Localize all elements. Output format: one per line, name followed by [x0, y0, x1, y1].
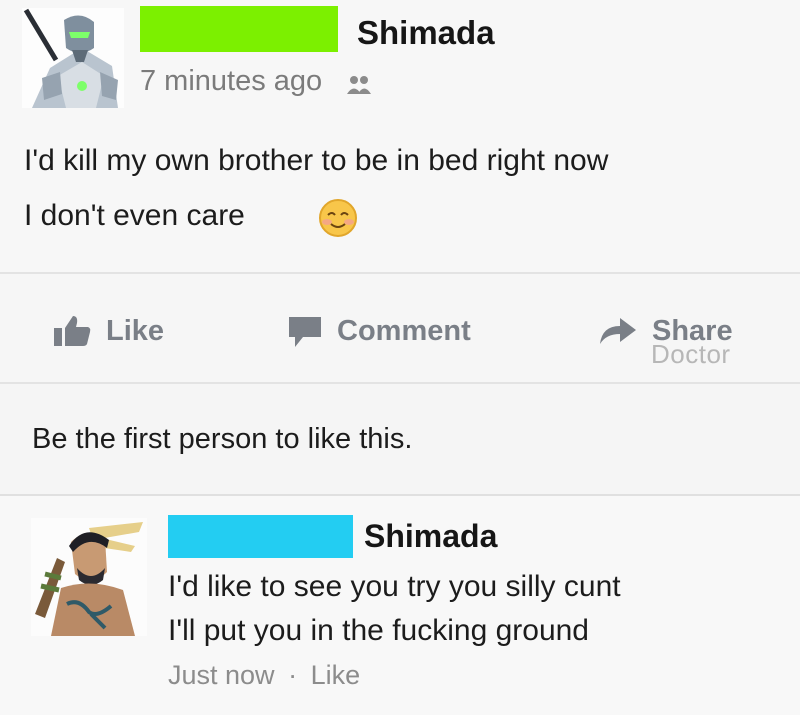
comment-like-link[interactable]: Like: [311, 660, 361, 690]
comment-meta: Just now · Like: [168, 660, 360, 691]
like-label: Like: [106, 314, 165, 347]
comment-author-name[interactable]: Shimada: [364, 518, 497, 555]
post-text-line-2: I don't even care: [24, 199, 245, 232]
comment-timestamp[interactable]: Just now: [168, 660, 275, 690]
comment-text-line-2: I'll put you in the fucking ground: [168, 614, 589, 647]
meta-separator: ·: [288, 660, 298, 690]
post-author-name[interactable]: Shimada: [357, 14, 495, 52]
comment-author-redaction: [168, 515, 353, 558]
post-timestamp[interactable]: 7 minutes ago: [140, 65, 322, 98]
archer-avatar-icon: [31, 518, 147, 636]
comment-author-avatar[interactable]: [31, 518, 147, 636]
like-button[interactable]: Like: [52, 311, 164, 351]
post-author-avatar[interactable]: [22, 8, 124, 108]
comment-button[interactable]: Comment: [287, 311, 471, 351]
friends-icon: [346, 74, 372, 96]
comment-bubble-icon: [289, 317, 321, 347]
post-text-line-1: I'd kill my own brother to be in bed rig…: [24, 144, 609, 177]
likes-summary[interactable]: Be the first person to like this.: [32, 423, 412, 456]
smiling-face-emoji-icon: [318, 198, 358, 238]
comment-text-line-1: I'd like to see you try you silly cunt: [168, 570, 621, 603]
thumbs-up-icon: [54, 316, 91, 346]
comment-label: Comment: [337, 314, 471, 347]
share-arrow-icon: [600, 318, 636, 344]
watermark-text: Doctor: [651, 339, 731, 369]
armored-ninja-avatar-icon: [22, 8, 124, 108]
author-name-redaction: [140, 6, 338, 52]
